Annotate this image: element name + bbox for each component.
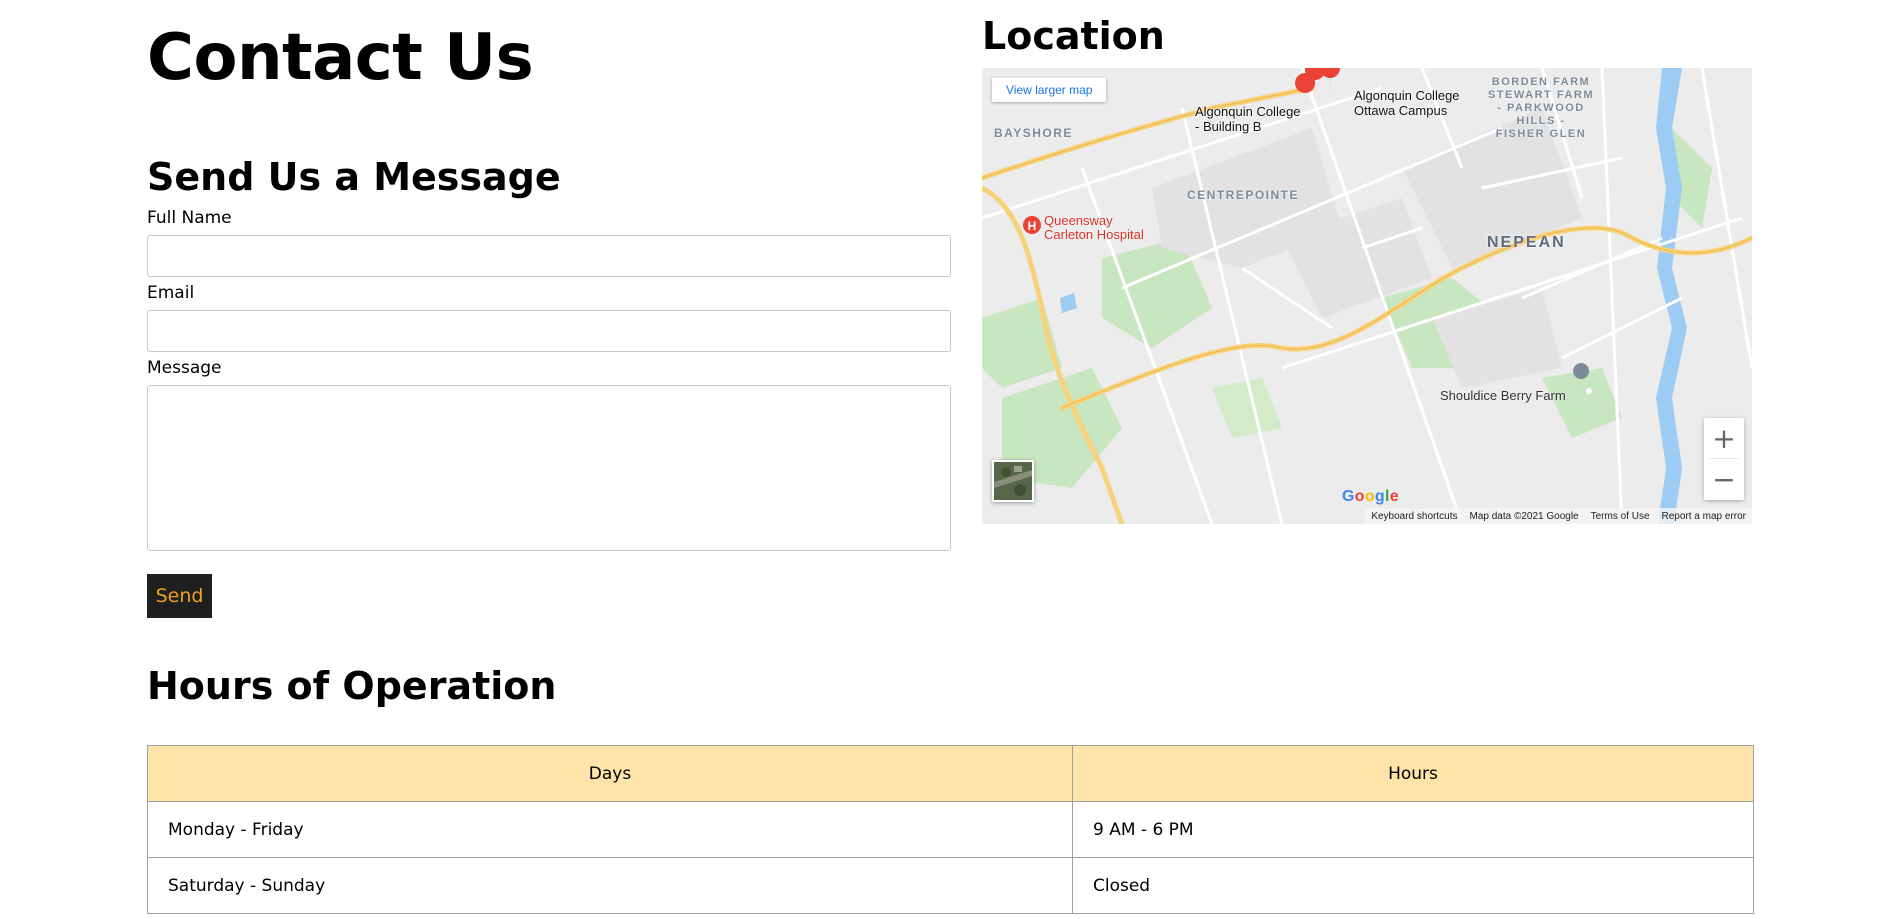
- map-label-farm: Shouldice Berry Farm: [1440, 388, 1566, 403]
- map-label-centrepointe: CENTREPOINTE: [1187, 188, 1300, 202]
- hours-cell: Closed: [1072, 857, 1754, 914]
- email-label: Email: [147, 283, 195, 303]
- map-label-ottawa-campus: Algonquin College Ottawa Campus: [1354, 88, 1460, 118]
- table-header-row: Days Hours: [147, 745, 1754, 802]
- hours-heading: Hours of Operation: [147, 664, 557, 708]
- message-label: Message: [147, 358, 222, 378]
- send-button[interactable]: Send: [147, 574, 212, 618]
- column-header-days: Days: [147, 745, 1073, 802]
- keyboard-shortcuts-link[interactable]: Keyboard shortcuts: [1371, 511, 1457, 522]
- map-tiles: H: [982, 68, 1752, 524]
- map-label-nepean: NEPEAN: [1487, 234, 1566, 251]
- svg-text:H: H: [1028, 219, 1037, 233]
- hours-cell: 9 AM - 6 PM: [1072, 801, 1754, 858]
- full-name-input[interactable]: [147, 235, 951, 277]
- page-title: Contact Us: [147, 21, 534, 95]
- days-cell: Saturday - Sunday: [147, 857, 1073, 914]
- map-footer: Keyboard shortcuts Map data ©2021 Google…: [1365, 508, 1752, 524]
- satellite-view-toggle[interactable]: [992, 460, 1034, 502]
- map-data-attribution: Map data ©2021 Google: [1469, 510, 1579, 522]
- send-message-heading: Send Us a Message: [147, 155, 561, 199]
- report-map-error-link[interactable]: Report a map error: [1662, 511, 1746, 522]
- table-row: Saturday - Sunday Closed: [147, 857, 1754, 914]
- full-name-label: Full Name: [147, 208, 232, 228]
- message-textarea[interactable]: [147, 385, 951, 551]
- satellite-icon: [994, 462, 1032, 500]
- google-logo: Google: [1342, 488, 1399, 505]
- location-heading: Location: [982, 14, 1165, 58]
- zoom-in-button[interactable]: +: [1704, 418, 1744, 458]
- zoom-out-button[interactable]: −: [1704, 459, 1744, 499]
- hours-table: Days Hours Monday - Friday 9 AM - 6 PM S…: [147, 745, 1754, 914]
- location-map[interactable]: H View larger map Algonquin College - Bu…: [982, 68, 1752, 524]
- map-label-bayshore: BAYSHORE: [994, 126, 1073, 140]
- contact-page: Contact Us Send Us a Message Full Name E…: [0, 0, 1898, 919]
- terms-of-use-link[interactable]: Terms of Use: [1591, 511, 1650, 522]
- map-label-borden-farm: BORDEN FARM STEWART FARM - PARKWOOD HILL…: [1488, 76, 1594, 140]
- map-label-building-b: Algonquin College - Building B: [1195, 104, 1301, 134]
- view-larger-map-link[interactable]: View larger map: [992, 78, 1107, 102]
- map-zoom-control: + −: [1704, 418, 1744, 500]
- column-header-hours: Hours: [1072, 745, 1754, 802]
- table-row: Monday - Friday 9 AM - 6 PM: [147, 801, 1754, 858]
- days-cell: Monday - Friday: [147, 801, 1073, 858]
- map-label-hospital: Queensway Carleton Hospital: [1044, 213, 1144, 242]
- email-input[interactable]: [147, 310, 951, 352]
